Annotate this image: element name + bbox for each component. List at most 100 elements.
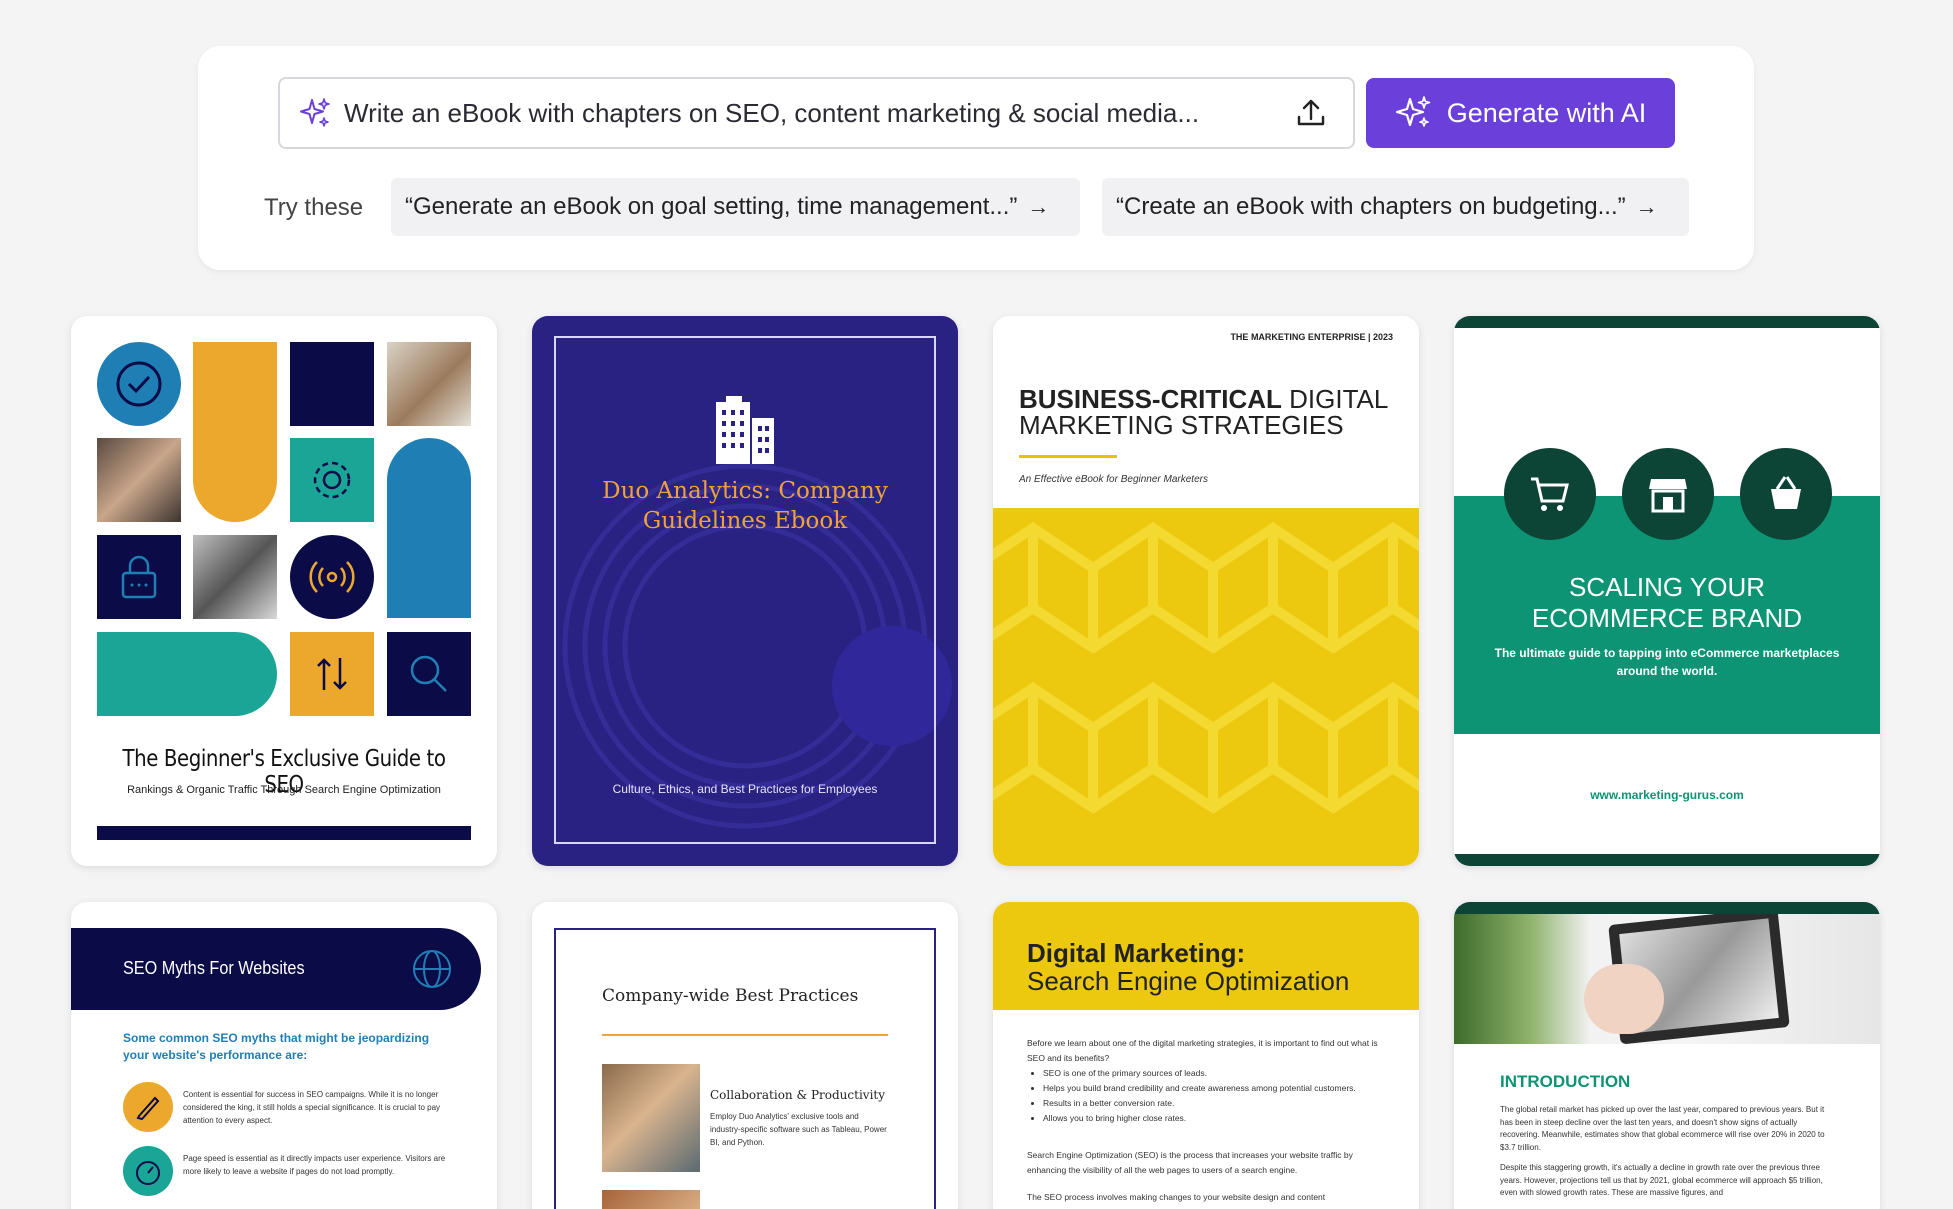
prompt-input[interactable]: Write an eBook with chapters on SEO, con… [278,77,1355,149]
photo-women-laptop [97,438,181,522]
generate-with-ai-button[interactable]: Generate with AI [1366,78,1675,148]
myth-item-text: Content is essential for success in SEO … [183,1090,441,1125]
building-icon [716,396,774,464]
title-line: ECOMMERCE BRAND [1531,603,1803,633]
suggestion-chip-budgeting[interactable]: “Create an eBook with chapters on budget… [1102,178,1689,236]
cart-circle [1504,448,1596,540]
upload-icon[interactable] [1293,95,1329,131]
sparkle-icon [300,98,330,127]
photo-woman-phone [387,342,471,426]
photo-tablet-plants [1454,914,1880,1044]
arrow-right-icon: → [1635,194,1658,219]
arrow-right-icon: → [1027,194,1050,219]
card-url: www.marketing-gurus.com [1590,788,1744,802]
decor-bar [97,826,471,840]
body-paragraph: Despite this staggering growth, it's act… [1500,1163,1823,1197]
decor-bar [1454,316,1880,328]
suggestion-text: “Generate an eBook on goal setting, time… [405,193,1018,220]
check-circle-icon [116,361,162,407]
sync-arrows-icon [317,658,347,690]
section-heading: INTRODUCTION [1500,1072,1631,1091]
try-these-label: Try these [264,194,364,221]
suggestion-chip-goal-setting[interactable]: “Generate an eBook on goal setting, time… [391,178,1080,236]
title-pill: SEO Myths For Websites [71,928,481,1010]
bullet-item: Allows you to bring higher close rates. [1043,1111,1389,1126]
template-card-seo-myths[interactable]: SEO Myths For Websites Some common SEO m… [71,902,497,1209]
check-tile [97,342,181,426]
myth-item-text: Page speed is essential as it directly i… [183,1154,446,1176]
yellow-pattern [993,508,1419,866]
section-heading: Collaboration & Productivity [710,1088,886,1102]
store-circle [1622,448,1714,540]
template-card-introduction[interactable]: INTRODUCTION The global retail market ha… [1454,902,1880,1209]
bullet-list: SEO is one of the primary sources of lea… [1043,1066,1389,1126]
decor-shape [387,438,471,618]
card-title: Company-wide Best Practices [602,986,859,1006]
speed-badge [123,1146,173,1196]
bullet-item: Helps you build brand credibility and cr… [1043,1081,1389,1096]
card-title: SEO Myths For Websites [123,958,305,978]
prompt-panel: Write an eBook with chapters on SEO, con… [198,46,1754,270]
decor-line [1019,455,1117,458]
generate-button-label: Generate with AI [1446,97,1647,128]
decor-bar [1454,854,1880,866]
photo-team [602,1190,700,1209]
hex-pattern [993,521,1419,815]
search-icon [410,655,447,692]
broadcast-tile [290,535,374,619]
card-body: Before we learn about one of the digital… [1027,1036,1389,1205]
body-paragraph: Before we learn about one of the digital… [1027,1038,1378,1063]
card-header-text: THE MARKETING ENTERPRISE | 2023 [1230,332,1393,342]
sparkle-icon [1395,96,1431,127]
decor-bar [1454,902,1880,914]
card-title: SCALING YOUR ECOMMERCE BRAND [1454,572,1880,634]
card-subtitle: Rankings & Organic Traffic Through Searc… [127,784,441,796]
shopping-basket-icon [1771,476,1801,509]
bullet-item: Results in a better conversion rate. [1043,1096,1389,1111]
search-tile [387,632,471,716]
lock-icon [121,555,157,599]
pen-icon [136,1096,160,1121]
card-title: Digital Marketing: [1027,938,1246,968]
speedometer-icon [136,1161,160,1185]
decor-shape [290,342,374,426]
hand-shape [1584,964,1664,1034]
pen-badge [123,1082,173,1132]
card-subtitle: An Effective eBook for Beginner Marketer… [1019,474,1208,485]
template-card-digital-marketing[interactable]: Digital Marketing: Search Engine Optimiz… [993,902,1419,1209]
prompt-input-text[interactable]: Write an eBook with chapters on SEO, con… [344,98,1277,129]
broadcast-icon [309,561,355,593]
template-card-best-practices[interactable]: Company-wide Best Practices Collaboratio… [532,902,958,1209]
template-card-business-critical[interactable]: THE MARKETING ENTERPRISE | 2023 BUSINESS… [993,316,1419,866]
card-title: Duo Analytics: Company Guidelines Ebook [602,478,888,534]
template-card-duo-analytics[interactable]: Duo Analytics: Company Guidelines Ebook … [532,316,958,866]
template-card-seo-guide[interactable]: The Beginner's Exclusive Guide to SEO Ra… [71,316,497,866]
card-subtitle: Search Engine Optimization [1027,966,1350,996]
gear-tile [290,438,374,522]
card-title: BUSINESS-CRITICAL DIGITAL MARKETING STRA… [1019,386,1399,438]
card-subtitle: Culture, Ethics, and Best Practices for … [612,782,878,796]
lock-tile [97,535,181,619]
basket-circle [1740,448,1832,540]
shopping-cart-icon [1531,477,1569,511]
gear-icon [313,461,351,499]
section-text: Employ Duo Analytics' exclusive tools an… [710,1112,887,1147]
decor-shape [193,342,277,522]
card-subtitle: Some common SEO myths that might be jeop… [123,1031,430,1062]
photo-colleagues [602,1064,700,1172]
title-line: SCALING YOUR [1568,572,1765,602]
bullet-item: SEO is one of the primary sources of lea… [1043,1066,1389,1081]
body-paragraph: The SEO process involves making changes … [1027,1192,1326,1202]
card-subtitle: The ultimate guide to tapping into eComm… [1494,646,1840,678]
photo-man-desk [193,535,277,619]
body-paragraph: Search Engine Optimization (SEO) is the … [1027,1150,1353,1175]
template-card-ecommerce[interactable]: SCALING YOUR ECOMMERCE BRAND The ultimate… [1454,316,1880,866]
section-text: The global retail market has picked up o… [1500,1104,1830,1200]
decor-shape [97,632,277,716]
sync-tile [290,632,374,716]
globe-www-icon [413,950,451,988]
storefront-icon [1649,479,1687,513]
suggestion-text: “Create an eBook with chapters on budget… [1116,193,1626,220]
body-paragraph: The global retail market has picked up o… [1500,1105,1825,1152]
decor-line [602,1034,888,1036]
